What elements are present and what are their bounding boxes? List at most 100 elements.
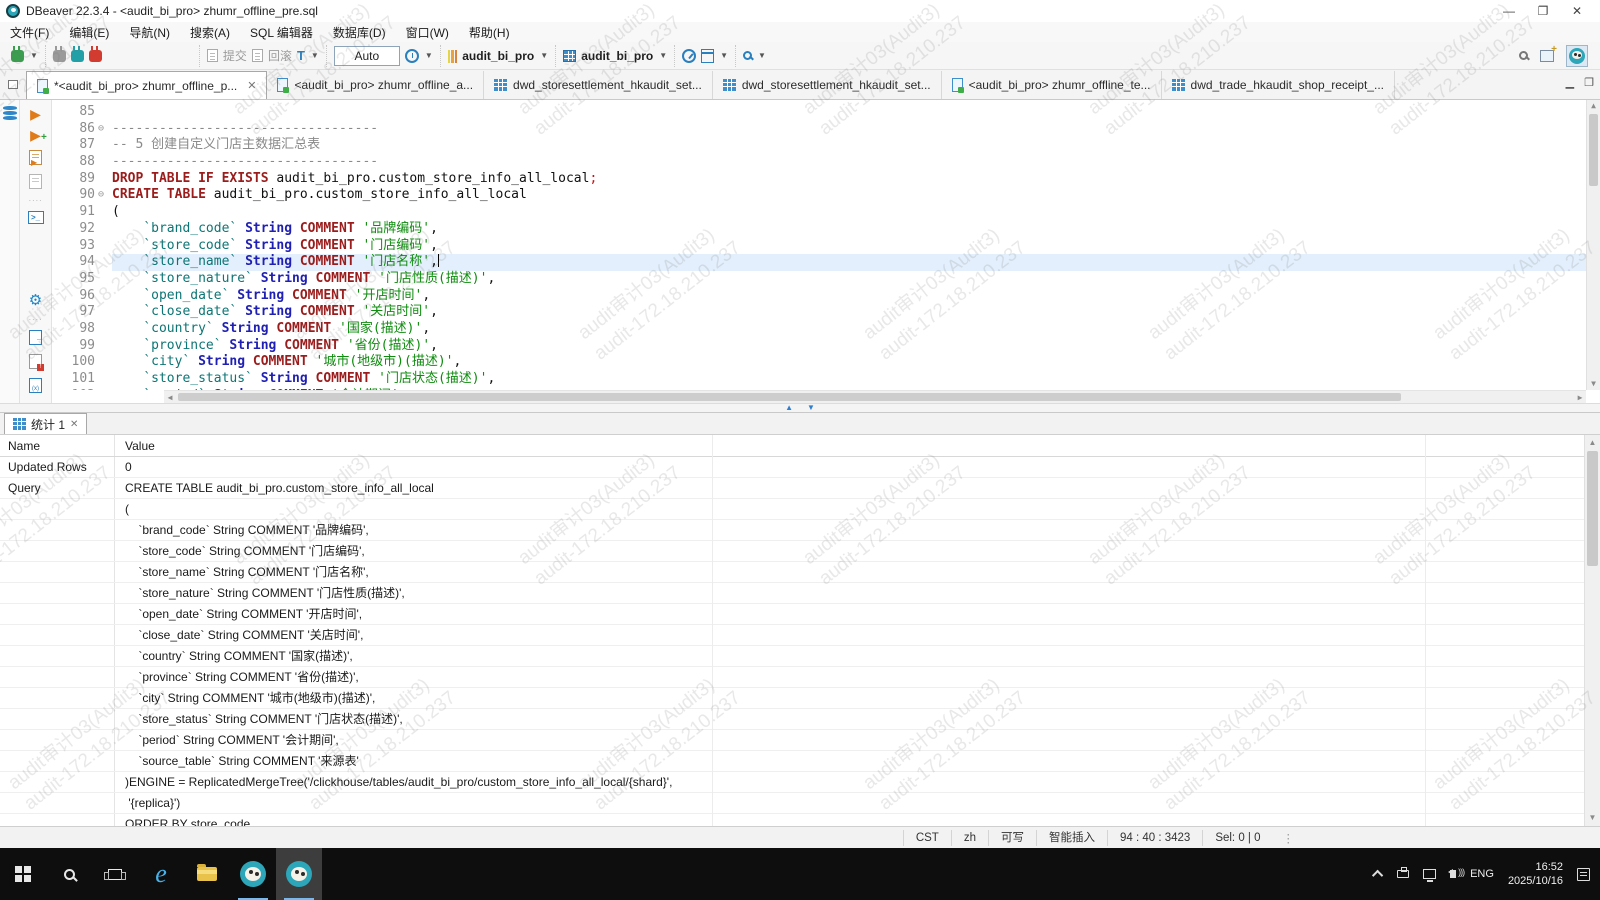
grid-row[interactable]: )ENGINE = ReplicatedMergeTree('/clickhou… <box>0 772 1584 793</box>
fold-marker-icon[interactable]: ⊖ <box>98 121 112 138</box>
editor-horizontal-scrollbar[interactable]: ◀ ▶ <box>164 390 1586 403</box>
code-line[interactable]: 97 `close_date` String COMMENT '关店时间', <box>52 304 1586 321</box>
grid-row[interactable]: `store_status` String COMMENT '门店状态(描述)'… <box>0 709 1584 730</box>
fold-marker-icon[interactable]: ⊖ <box>98 187 112 204</box>
grid-row[interactable]: QueryCREATE TABLE audit_bi_pro.custom_st… <box>0 478 1584 499</box>
column-header-value[interactable]: Value <box>115 435 1584 456</box>
editor-tab[interactable]: dwd_storesettlement_hkaudit_set... <box>484 71 713 99</box>
grid-row[interactable]: '{replica}') <box>0 793 1584 814</box>
editor-vertical-scrollbar[interactable]: ▲ ▼ <box>1586 100 1600 390</box>
scroll-left-icon[interactable]: ◀ <box>164 391 176 403</box>
editor-tab[interactable]: dwd_storesettlement_hkaudit_set... <box>713 71 942 99</box>
dbeaver-taskbar-button-active[interactable] <box>276 848 322 900</box>
task-view-button[interactable] <box>92 848 138 900</box>
save-file-error-icon[interactable] <box>29 354 42 369</box>
datasource-dropdown-icon[interactable]: ▼ <box>540 51 548 60</box>
horizontal-scroll-thumb[interactable] <box>178 393 1401 401</box>
rollback-icon[interactable] <box>252 49 263 62</box>
execute-script-icon[interactable] <box>29 150 42 165</box>
code-line[interactable]: 98 `country` String COMMENT '国家(描述)', <box>52 321 1586 338</box>
menu-item[interactable]: 窗口(W) <box>406 24 449 41</box>
panel-scroll-thumb[interactable] <box>1587 451 1598 566</box>
menu-item[interactable]: 数据库(D) <box>333 24 386 41</box>
grid-row[interactable]: `store_nature` String COMMENT '门店性质(描述)'… <box>0 583 1584 604</box>
code-line[interactable]: 88---------------------------------- <box>52 154 1586 171</box>
sash-maximize-icon[interactable]: ▲ <box>785 404 793 412</box>
taskbar-clock[interactable]: 16:52 2025/10/16 <box>1508 860 1563 888</box>
editor-tab[interactable]: <audit_bi_pro> zhumr_offline_a... <box>267 71 484 99</box>
menu-item[interactable]: SQL 编辑器 <box>250 24 313 41</box>
code-line[interactable]: 91( <box>52 204 1586 221</box>
commit-button[interactable]: 提交 <box>223 47 247 64</box>
editor-tab[interactable]: <audit_bi_pro> zhumr_offline_te... <box>942 71 1162 99</box>
datasource-combo[interactable]: audit_bi_pro <box>462 49 534 63</box>
disconnect-icon[interactable] <box>89 50 102 62</box>
grid-row[interactable]: `store_code` String COMMENT '门店编码', <box>0 541 1584 562</box>
execute-statement-icon[interactable]: ▶ <box>30 108 41 120</box>
schema-dropdown-icon[interactable]: ▼ <box>659 51 667 60</box>
editor-settings-icon[interactable]: ⚙ <box>29 294 42 308</box>
menu-item[interactable]: 编辑(E) <box>69 24 109 41</box>
grid-row[interactable]: `period` String COMMENT '会计期间', <box>0 730 1584 751</box>
explain-plan-icon[interactable] <box>29 174 42 189</box>
code-line[interactable]: 85 <box>52 104 1586 121</box>
code-line[interactable]: 87-- 5 创建自定义门店主数据汇总表 <box>52 137 1586 154</box>
grid-row[interactable]: `open_date` String COMMENT '开店时间', <box>0 604 1584 625</box>
sql-console-icon[interactable]: >_ <box>28 211 44 224</box>
network-icon[interactable] <box>1423 869 1436 879</box>
close-tab-icon[interactable]: ✕ <box>247 79 256 92</box>
commit-mode-combo[interactable]: Auto <box>334 46 400 66</box>
restore-panel-icon[interactable] <box>8 80 18 89</box>
code-line[interactable]: 93 `store_code` String COMMENT '门店编码', <box>52 238 1586 255</box>
maximize-editor-icon[interactable]: ❐ <box>1584 76 1594 89</box>
usb-device-icon[interactable] <box>1397 870 1409 878</box>
compile-icon[interactable] <box>701 52 714 63</box>
tab-statistics[interactable]: 统计 1 ✕ <box>4 413 87 434</box>
scroll-down-icon[interactable]: ▼ <box>1585 812 1600 824</box>
code-line[interactable]: 101 `store_status` String COMMENT '门店状态(… <box>52 371 1586 388</box>
grid-row[interactable]: `brand_code` String COMMENT '品牌编码', <box>0 520 1584 541</box>
dbeaver-perspective-button[interactable] <box>1566 45 1588 67</box>
transaction-log-icon[interactable]: T <box>297 48 305 63</box>
scroll-up-icon[interactable]: ▲ <box>1587 100 1600 112</box>
input-language[interactable]: ENG <box>1470 868 1494 880</box>
close-tab-icon[interactable]: ✕ <box>70 419 78 430</box>
minimize-button[interactable]: — <box>1492 1 1526 21</box>
menu-item[interactable]: 导航(N) <box>129 24 170 41</box>
compile-dropdown-icon[interactable]: ▼ <box>720 51 728 60</box>
code-area[interactable]: 8586⊖----------------------------------8… <box>52 100 1600 403</box>
transaction-dropdown-icon[interactable]: ▼ <box>311 51 319 60</box>
rollback-button[interactable]: 回滚 <box>268 47 292 64</box>
editor-tab[interactable]: dwd_trade_hkaudit_shop_receipt_... <box>1162 71 1395 99</box>
grid-row[interactable]: ORDER BY store_code <box>0 814 1584 826</box>
scroll-down-icon[interactable]: ▼ <box>1587 378 1600 390</box>
timer-dropdown-icon[interactable]: ▼ <box>425 51 433 60</box>
code-line[interactable]: 95 `store_nature` String COMMENT '门店性质(描… <box>52 271 1586 288</box>
code-line[interactable]: 96 `open_date` String COMMENT '开店时间', <box>52 288 1586 305</box>
scroll-up-icon[interactable]: ▲ <box>1585 437 1600 449</box>
menu-item[interactable]: 帮助(H) <box>469 24 510 41</box>
minimize-editor-icon[interactable]: ▁ <box>1566 76 1574 89</box>
open-perspective-icon[interactable] <box>1540 50 1554 62</box>
code-line[interactable]: 100 `city` String COMMENT '城市(地级市)(描述)', <box>52 354 1586 371</box>
schema-combo[interactable]: audit_bi_pro <box>581 49 653 63</box>
editor-panel-sash[interactable]: ▲ ▼ <box>0 403 1600 413</box>
start-button[interactable] <box>0 848 46 900</box>
editor-tab[interactable]: *<audit_bi_pro> zhumr_offline_p...✕ <box>26 71 267 99</box>
transaction-timer-icon[interactable] <box>405 49 419 63</box>
code-line[interactable]: 90⊖CREATE TABLE audit_bi_pro.custom_stor… <box>52 187 1586 204</box>
connect-icon[interactable] <box>53 50 66 62</box>
code-line[interactable]: 86⊖---------------------------------- <box>52 121 1586 138</box>
internet-explorer-button[interactable]: e <box>138 848 184 900</box>
scroll-right-icon[interactable]: ▶ <box>1574 391 1586 403</box>
file-explorer-button[interactable] <box>184 848 230 900</box>
code-line[interactable]: 99 `province` String COMMENT '省份(描述)', <box>52 338 1586 355</box>
commit-icon[interactable] <box>207 49 218 62</box>
dashboard-icon[interactable] <box>682 49 696 63</box>
grid-row[interactable]: `province` String COMMENT '省份(描述)', <box>0 667 1584 688</box>
menu-item[interactable]: 搜索(A) <box>190 24 230 41</box>
close-button[interactable]: ✕ <box>1560 1 1594 21</box>
panel-vertical-scrollbar[interactable]: ▲ ▼ <box>1584 435 1600 826</box>
code-line[interactable]: 89DROP TABLE IF EXISTS audit_bi_pro.cust… <box>52 171 1586 188</box>
new-connection-icon[interactable] <box>11 50 24 62</box>
